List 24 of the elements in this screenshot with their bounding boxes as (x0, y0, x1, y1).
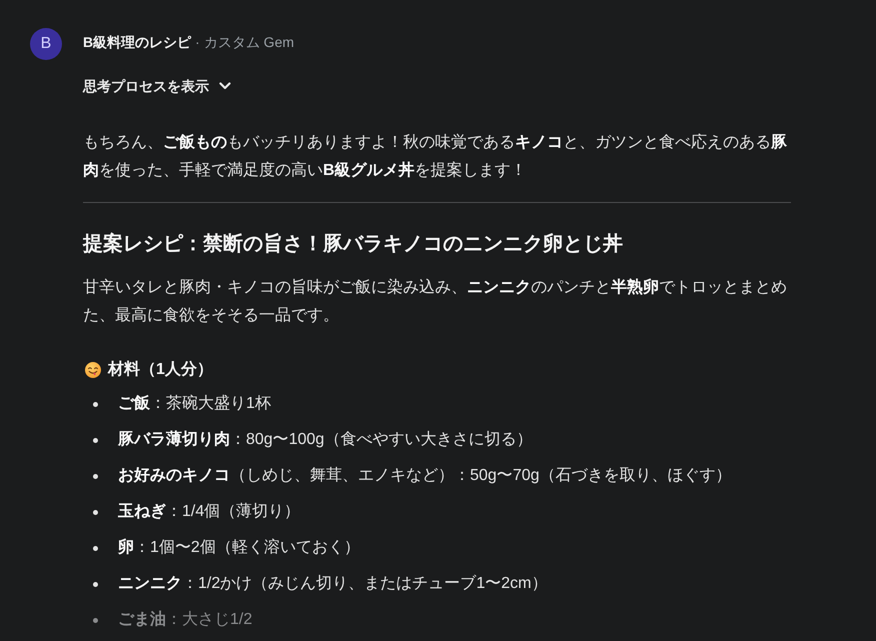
ingredient-text: 豚バラ薄切り肉：80g〜100g（食べやすい大きさに切る） (118, 429, 532, 450)
ingredient-text: ご飯：茶碗大盛り1杯 (118, 394, 271, 414)
bullet-icon (93, 438, 98, 442)
title-separator: · (195, 33, 200, 52)
gem-name: B級料理のレシピ (83, 33, 192, 52)
bullet-icon (93, 618, 98, 622)
ingredient-text: お好みのキノコ（しめじ、舞茸、エノキなど）：50g〜70g（石づきを取り、ほぐす） (118, 466, 732, 486)
ingredient-text: 玉ねぎ：1/4個（薄切り） (118, 502, 300, 522)
avatar: B (30, 28, 62, 60)
bullet-icon (93, 546, 98, 550)
bullet-icon (93, 582, 98, 586)
show-thinking-button[interactable]: 思考プロセスを表示 (83, 76, 231, 96)
intro-paragraph: もちろん、ご飯ものもバッチリありますよ！秋の味覚であるキノコと、ガツンと食べ応えのある豚肉を使った、手軽で満足度の高いB級グルメ丼を提案します！ (83, 132, 788, 181)
ingredients-heading: 材料（1人分） (108, 360, 213, 380)
ingredient-text: ニンニク：1/2かけ（みじん切り、またはチューブ1〜2cm） (118, 574, 548, 594)
bullet-icon (93, 510, 98, 514)
yum-face-icon (85, 362, 101, 378)
ingredient-text: 卵：1個〜2個（軽く溶いておく） (118, 538, 360, 558)
recipe-title: 提案レシピ：禁断の旨さ！豚バラキノコのニンニク卵とじ丼 (83, 231, 624, 257)
recipe-description: 甘辛いタレと豚肉・キノコの旨味がご飯に染み込み、ニンニクのパンチと半熟卵でトロッとまとめた、最高に食欲をそそる一品です。 (83, 277, 788, 326)
bullet-icon (93, 474, 98, 478)
bullet-icon (93, 402, 98, 406)
ingredient-text: ごま油：大さじ1/2 (118, 610, 252, 630)
gem-type-label: カスタム Gem (204, 33, 294, 52)
